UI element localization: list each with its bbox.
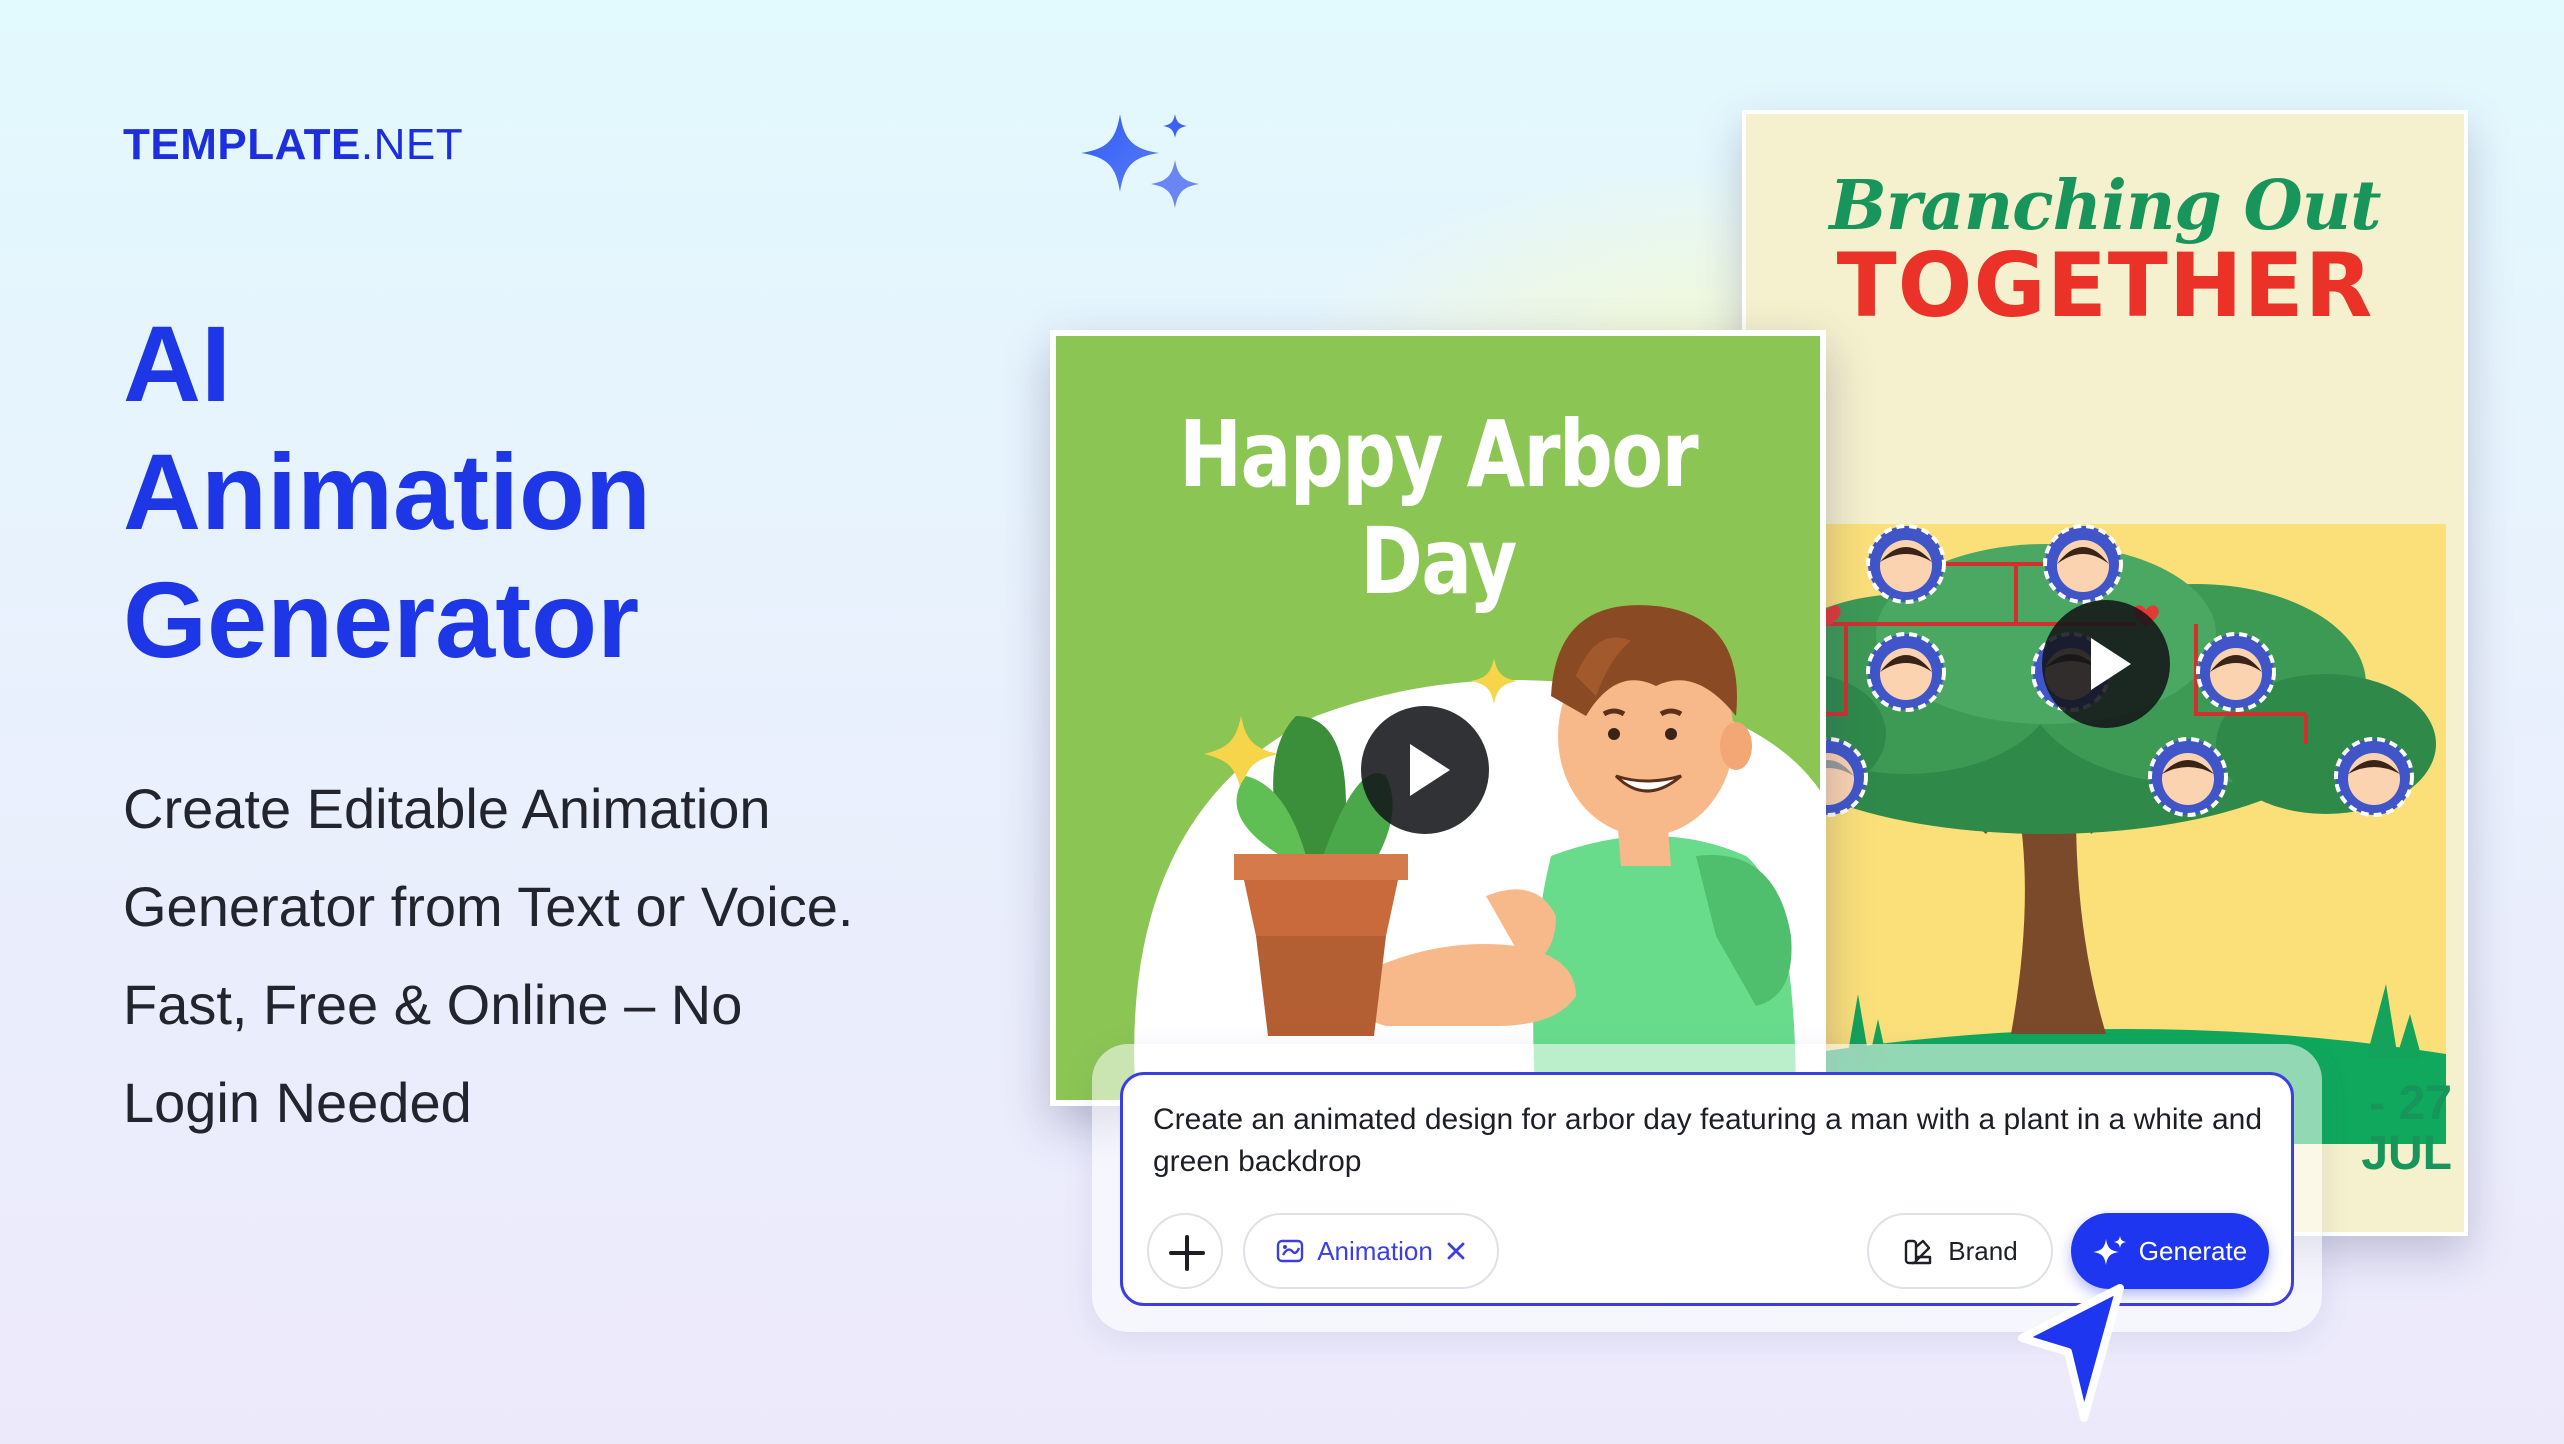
subtitle-line: Login Needed <box>123 1071 472 1134</box>
subtitle-line: Create Editable Animation <box>123 777 771 840</box>
page-title: AI Animation Generator <box>123 300 651 684</box>
generate-button[interactable]: Generate <box>2071 1213 2269 1289</box>
brand-label: Brand <box>1948 1235 2018 1266</box>
page-subtitle: Create Editable Animation Generator from… <box>123 760 1003 1152</box>
brand-button[interactable]: Brand <box>1867 1213 2053 1289</box>
logo-bold: TEMPLATE <box>123 120 361 169</box>
title-line: Animation <box>123 431 651 552</box>
title-line: AI <box>123 303 231 424</box>
play-button-arbor-day[interactable] <box>1361 706 1489 834</box>
prompt-input[interactable]: Create an animated design for arbor day … <box>1153 1099 2263 1183</box>
template-net-logo[interactable]: TEMPLATE.NET <box>123 120 463 170</box>
prompt-input-box[interactable]: Create an animated design for arbor day … <box>1120 1072 2294 1306</box>
plus-icon-bar <box>1169 1251 1205 1255</box>
cursor-icon <box>2018 1284 2124 1422</box>
subtitle-line: Fast, Free & Online – No <box>123 973 743 1036</box>
card-title: Happy Arbor Day <box>1178 401 1699 615</box>
generate-label: Generate <box>2138 1235 2248 1266</box>
event-date: - 27 JUL <box>2302 1079 2452 1179</box>
add-button[interactable] <box>1147 1213 1223 1289</box>
animation-icon <box>1276 1239 1304 1263</box>
family-tree-illustration <box>1746 524 2446 1144</box>
logo-thin: .NET <box>360 120 464 169</box>
brand-icon <box>1905 1239 1932 1265</box>
date-line: JUL <box>2361 1127 2452 1180</box>
play-icon <box>1410 744 1450 796</box>
sparkles-icon <box>1081 114 1199 208</box>
template-card-arbor-day[interactable]: Happy Arbor Day <box>1050 330 1826 1106</box>
animation-chip[interactable]: Animation <box>1243 1213 1499 1289</box>
play-icon <box>2091 638 2131 690</box>
close-icon[interactable] <box>1445 1240 1467 1262</box>
play-button-family-tree[interactable] <box>2042 600 2170 728</box>
date-line: - 27 <box>2369 1077 2452 1130</box>
title-line: Generator <box>123 559 640 680</box>
subtitle-line: Generator from Text or Voice. <box>123 875 854 938</box>
card-title-bold: TOGETHER <box>1836 234 2374 337</box>
sparkle-icon <box>2092 1236 2126 1265</box>
animation-chip-label: Animation <box>1317 1235 1433 1266</box>
